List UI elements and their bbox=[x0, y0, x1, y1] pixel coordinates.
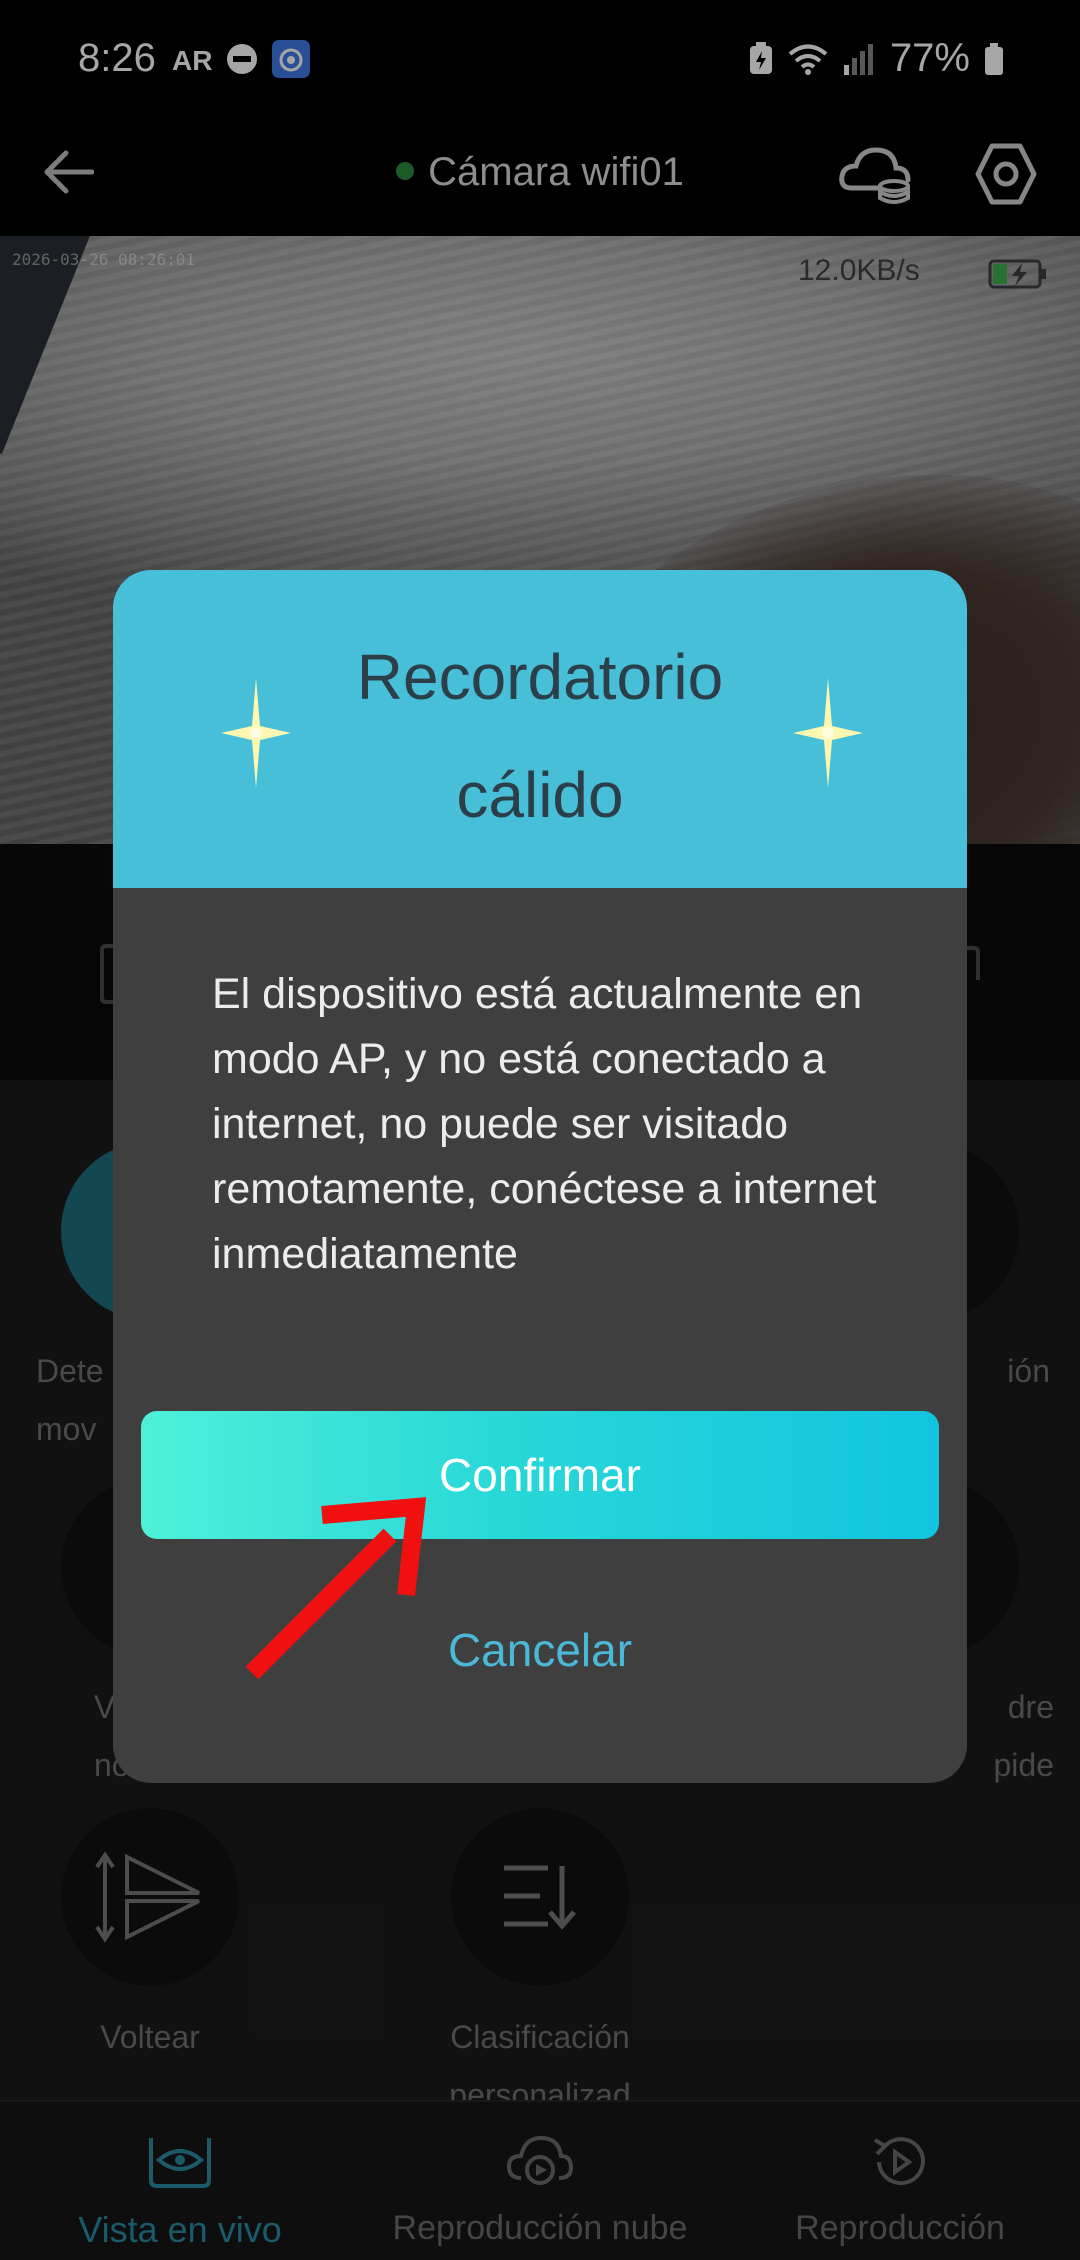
dialog-header: Recordatorio cálido bbox=[113, 570, 967, 888]
dialog-message: El dispositivo está actualmente en modo … bbox=[212, 970, 877, 1278]
sparkle-right-icon bbox=[793, 678, 863, 788]
annotation-arrow-icon bbox=[245, 1497, 427, 1680]
